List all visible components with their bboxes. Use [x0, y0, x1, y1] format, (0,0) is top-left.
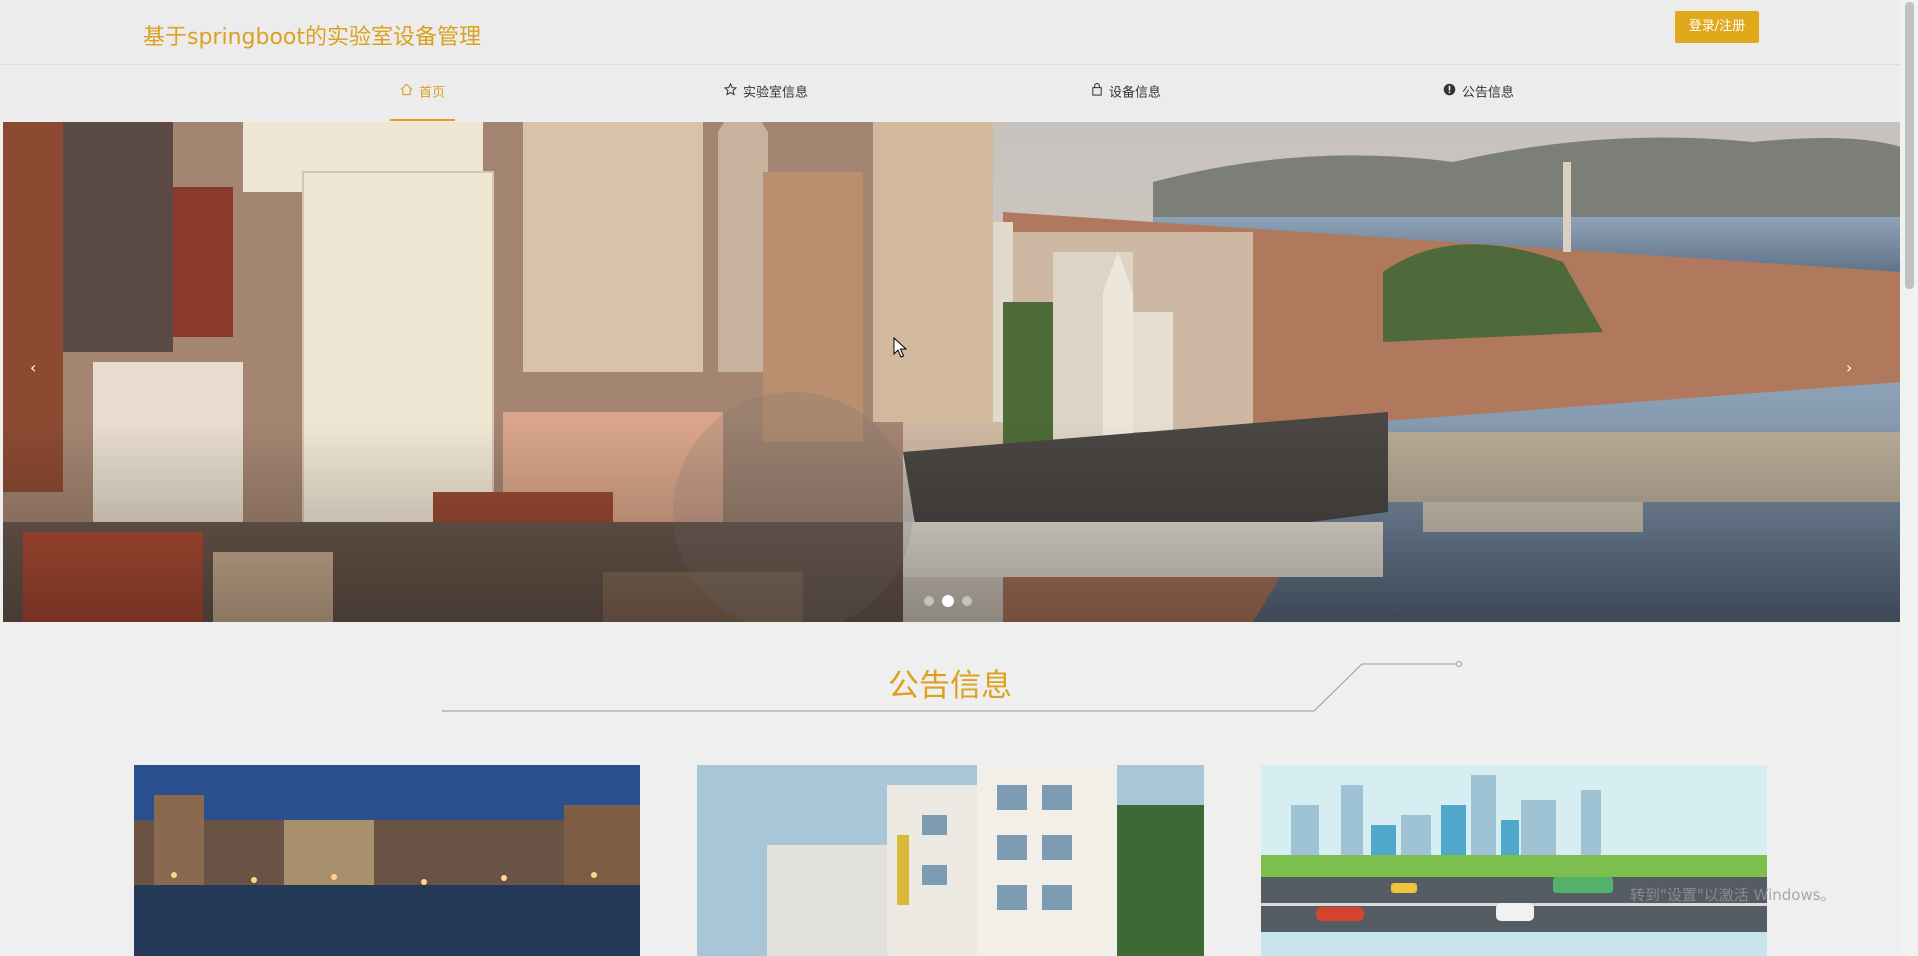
- scrollbar-thumb[interactable]: [1905, 2, 1914, 289]
- site-title: 基于springboot的实验室设备管理: [143, 25, 482, 50]
- city-aerial-image: [3, 122, 1901, 622]
- nav-item-equipment-info[interactable]: 设备信息: [1091, 65, 1161, 121]
- nav-item-label: 首页: [419, 85, 446, 101]
- windows-activation-watermark: 转到"设置"以激活 Windows。: [1630, 886, 1836, 904]
- nav-item-announcements[interactable]: 公告信息: [1443, 65, 1514, 121]
- carousel-indicators: [924, 595, 972, 607]
- announcement-card-3[interactable]: [1261, 765, 1767, 956]
- info-icon: [1443, 65, 1456, 121]
- venice-canal-night-image: [134, 765, 640, 956]
- nav-item-home[interactable]: 首页: [390, 65, 456, 121]
- page-scrollbar[interactable]: [1900, 0, 1918, 956]
- star-icon: [723, 65, 738, 121]
- main-nav: 首页 实验室信息 设备信息 公告信息: [0, 65, 1900, 121]
- mouse-cursor-icon: [893, 337, 907, 358]
- announcement-card-1[interactable]: [134, 765, 640, 956]
- section-title: 公告信息: [888, 668, 1012, 704]
- carousel-dot-active[interactable]: [942, 595, 954, 607]
- bag-icon: [1091, 65, 1103, 121]
- home-icon: [400, 65, 413, 121]
- city-street-illustration-image: [1261, 765, 1767, 956]
- top-bar: 基于springboot的实验室设备管理 登录/注册: [0, 0, 1900, 65]
- nav-item-label: 实验室信息: [743, 85, 809, 101]
- carousel-dot[interactable]: [962, 596, 972, 606]
- chevron-right-icon[interactable]: ›: [1846, 358, 1852, 377]
- nav-item-lab-info[interactable]: 实验室信息: [723, 65, 809, 121]
- apartment-building-image: [697, 765, 1204, 956]
- banner-carousel[interactable]: ‹ ›: [3, 122, 1901, 622]
- carousel-dot[interactable]: [924, 596, 934, 606]
- chevron-left-icon[interactable]: ‹: [30, 358, 36, 377]
- nav-item-label: 公告信息: [1462, 85, 1515, 101]
- login-register-button[interactable]: 登录/注册: [1675, 11, 1759, 43]
- announcement-card-2[interactable]: [697, 765, 1204, 956]
- nav-item-label: 设备信息: [1109, 85, 1162, 101]
